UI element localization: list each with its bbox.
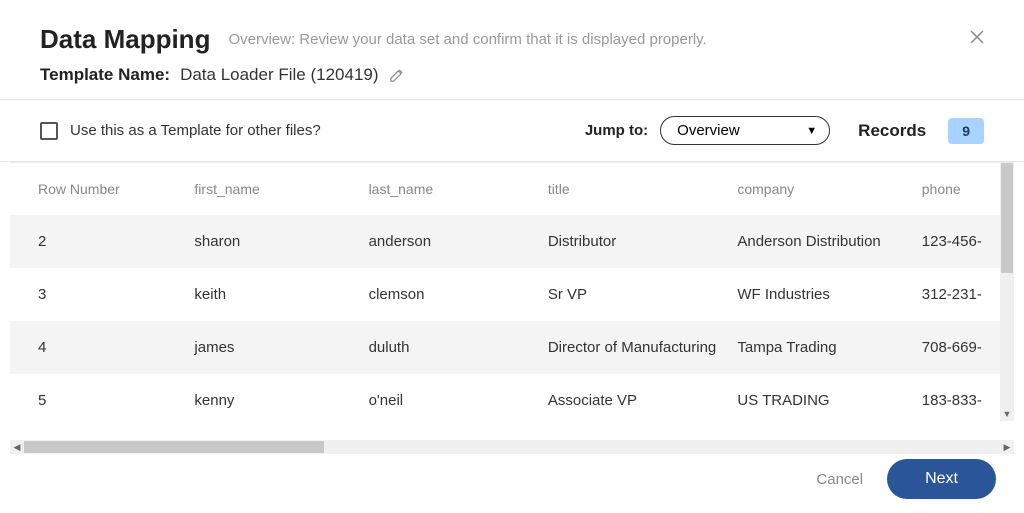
jumpto-select[interactable]: Overview ▼ [660,116,830,145]
table-row[interactable]: 5 kenny o'neil Associate VP US TRADING 1… [10,374,1014,421]
cell-row-number: 3 [10,268,194,321]
page-title: Data Mapping [40,24,210,55]
scrollbar-thumb[interactable] [1001,163,1013,273]
table-row[interactable]: 4 james duluth Director of Manufacturing… [10,321,1014,374]
col-header-company[interactable]: company [737,163,921,215]
cell-company: Tampa Trading [737,321,921,374]
cell-last-name: anderson [369,215,548,268]
records-label: Records [858,121,926,141]
chevron-down-icon: ▼ [806,125,817,137]
template-name-value: Data Loader File (120419) [180,65,378,85]
cell-last-name: o'neil [369,374,548,421]
cell-title: Distributor [548,215,738,268]
col-header-last-name[interactable]: last_name [369,163,548,215]
template-checkbox-label: Use this as a Template for other files? [70,122,321,139]
data-table: Row Number first_name last_name title co… [10,163,1014,421]
cancel-button[interactable]: Cancel [816,471,863,488]
page-subtitle: Overview: Review your data set and confi… [228,31,706,48]
jumpto-label: Jump to: [585,122,648,139]
table-header-row: Row Number first_name last_name title co… [10,163,1014,215]
cell-row-number: 4 [10,321,194,374]
next-button[interactable]: Next [887,459,996,499]
template-name-label: Template Name: [40,65,170,85]
cell-title: Sr VP [548,268,738,321]
cell-last-name: clemson [369,268,548,321]
scroll-down-icon[interactable]: ▼ [1000,407,1014,421]
records-count-badge: 9 [948,118,984,144]
cell-last-name: duluth [369,321,548,374]
cell-first-name: sharon [194,215,368,268]
cell-first-name: kenny [194,374,368,421]
col-header-title[interactable]: title [548,163,738,215]
col-header-row-number[interactable]: Row Number [10,163,194,215]
cell-title: Associate VP [548,374,738,421]
cell-row-number: 5 [10,374,194,421]
close-icon[interactable] [970,28,984,49]
table-row[interactable]: 3 keith clemson Sr VP WF Industries 312-… [10,268,1014,321]
jumpto-value: Overview [677,122,740,139]
cell-row-number: 2 [10,215,194,268]
edit-icon[interactable] [389,68,404,83]
table-row[interactable]: 2 sharon anderson Distributor Anderson D… [10,215,1014,268]
cell-title: Director of Manufacturing [548,321,738,374]
cell-first-name: keith [194,268,368,321]
checkbox-icon [40,122,58,140]
cell-company: WF Industries [737,268,921,321]
vertical-scrollbar[interactable]: ▼ [1000,163,1014,421]
cell-first-name: james [194,321,368,374]
col-header-first-name[interactable]: first_name [194,163,368,215]
cell-company: US TRADING [737,374,921,421]
cell-company: Anderson Distribution [737,215,921,268]
template-checkbox[interactable]: Use this as a Template for other files? [40,122,321,140]
